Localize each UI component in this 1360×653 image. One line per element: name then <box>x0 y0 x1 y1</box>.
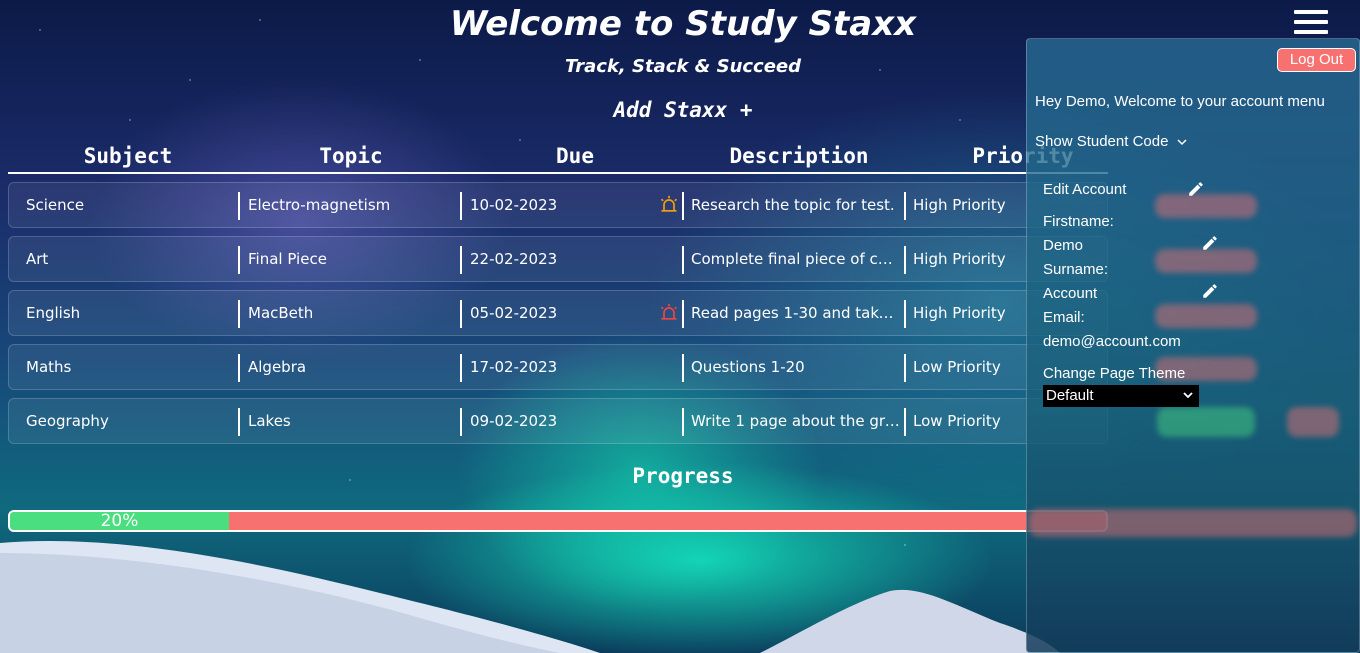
column-divider <box>904 354 906 382</box>
logout-button[interactable]: Log Out <box>1277 48 1356 72</box>
table-row[interactable]: Science Electro-magnetism 10-02-2023 Resear… <box>8 182 1108 228</box>
cell-subject: Art <box>26 250 49 268</box>
cell-description: Complete final piece of coursework <box>691 250 901 268</box>
cell-due: 17-02-2023 <box>470 358 558 376</box>
column-divider <box>682 192 684 220</box>
edit-account-label: Edit Account <box>1043 181 1127 198</box>
column-header-description: Description <box>729 144 869 168</box>
cell-due: 09-02-2023 <box>470 412 558 430</box>
progress-bar: 20% <box>8 510 1108 532</box>
cell-due: 10-02-2023 <box>470 196 558 214</box>
cell-due: 22-02-2023 <box>470 250 558 268</box>
email-value: demo@account.com <box>1043 333 1181 350</box>
column-divider <box>238 246 240 274</box>
column-divider <box>238 408 240 436</box>
column-divider <box>682 354 684 382</box>
table-row[interactable]: Art Final Piece 22-02-2023 Complete final p… <box>8 236 1108 282</box>
cell-description: Read pages 1-30 and take notes <box>691 304 901 322</box>
firstname-label: Firstname: <box>1043 213 1114 230</box>
cell-subject: Science <box>26 196 85 214</box>
cell-subject: Geography <box>26 412 109 430</box>
column-divider <box>904 246 906 274</box>
cell-description: Questions 1-20 <box>691 358 805 376</box>
chevron-down-icon <box>1183 392 1193 399</box>
column-divider <box>682 246 684 274</box>
column-divider <box>238 300 240 328</box>
column-divider <box>460 354 462 382</box>
column-divider <box>238 192 240 220</box>
account-menu-panel: Log Out Hey Demo, Welcome to your accoun… <box>1026 38 1360 653</box>
column-divider <box>238 354 240 382</box>
progress-percent: 20% <box>100 511 139 531</box>
column-header-topic: Topic <box>319 144 383 168</box>
cell-subject: English <box>26 304 81 322</box>
alarm-icon <box>660 303 678 320</box>
account-greeting: Hey Demo, Welcome to your account menu <box>1035 93 1325 110</box>
cell-topic: Electro-magnetism <box>248 196 391 214</box>
column-divider <box>904 300 906 328</box>
show-student-code-label: Show Student Code <box>1035 133 1169 150</box>
chevron-down-icon <box>1177 139 1187 146</box>
column-divider <box>904 192 906 220</box>
edit-surname-pencil-icon[interactable] <box>1201 282 1219 300</box>
surname-label: Surname: <box>1043 261 1109 278</box>
cell-topic: Final Piece <box>248 250 327 268</box>
column-divider <box>682 408 684 436</box>
cell-subject: Maths <box>26 358 72 376</box>
alarm-icon <box>660 195 678 212</box>
show-student-code-toggle[interactable]: Show Student Code <box>1035 133 1187 150</box>
cell-topic: Lakes <box>248 412 291 430</box>
cell-description: Write 1 page about the great lakes <box>691 412 901 430</box>
edit-firstname-pencil-icon[interactable] <box>1201 234 1219 252</box>
column-divider <box>460 408 462 436</box>
hamburger-menu-button[interactable] <box>1294 8 1330 36</box>
table-row[interactable]: Geography Lakes 09-02-2023 Write 1 page abo… <box>8 398 1108 444</box>
progress-label: Progress <box>632 464 734 488</box>
column-divider <box>460 246 462 274</box>
add-staxx-button[interactable]: Add Staxx + <box>560 98 806 122</box>
column-divider <box>904 408 906 436</box>
email-label: Email: <box>1043 309 1085 326</box>
table-header: Subject Topic Due Description Priority <box>8 142 1108 174</box>
cell-description: Research the topic for test. <box>691 196 895 214</box>
table-row[interactable]: English MacBeth 05-02-2023 Read pages 1-30 … <box>8 290 1108 336</box>
surname-value: Account <box>1043 285 1098 302</box>
column-header-subject: Subject <box>83 144 173 168</box>
column-divider <box>682 300 684 328</box>
edit-account-pencil-icon[interactable] <box>1187 180 1205 198</box>
theme-label: Change Page Theme <box>1043 365 1186 382</box>
table-row[interactable]: Maths Algebra 17-02-2023 Questions 1-20 Low … <box>8 344 1108 390</box>
cell-topic: Algebra <box>248 358 307 376</box>
firstname-value: Demo <box>1043 237 1084 254</box>
column-divider <box>460 300 462 328</box>
theme-select-value: Default <box>1046 387 1094 404</box>
column-header-due: Due <box>556 144 594 168</box>
column-divider <box>460 192 462 220</box>
theme-select[interactable]: Default <box>1043 385 1199 407</box>
cell-topic: MacBeth <box>248 304 314 322</box>
cell-due: 05-02-2023 <box>470 304 558 322</box>
